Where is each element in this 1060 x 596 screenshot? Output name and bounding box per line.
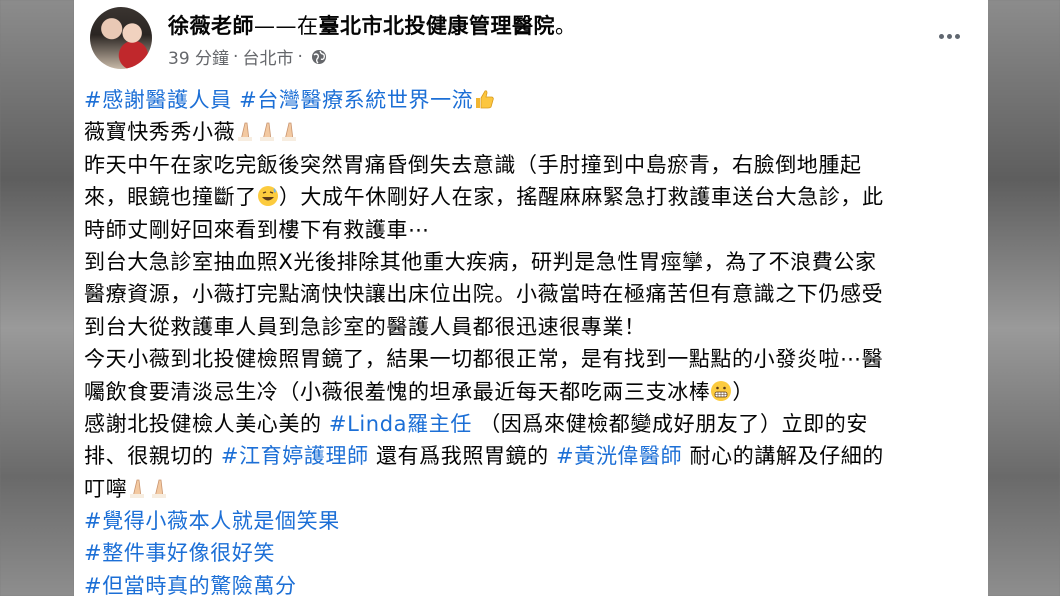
text-line-2: 薇寶快秀秀小薇 (84, 116, 984, 148)
text-line-14: #覺得小薇本人就是個笑果 (84, 505, 984, 537)
hashtag-thanks-medical[interactable]: #感謝醫護人員 (84, 88, 232, 112)
text-line-4b: ）大成午休剛好人在家，搖醒麻麻緊急打救護車送台大急診，此 (278, 185, 884, 210)
text-line-16: #但當時真的驚險萬分 (84, 570, 984, 596)
hashtag-doctor[interactable]: #黃洸偉醫師 (556, 444, 682, 468)
location-link[interactable]: 臺北市北投健康管理醫院 (319, 14, 556, 38)
hashtag-linda[interactable]: #Linda羅主任 (329, 412, 472, 436)
location-separator: ——在 (254, 14, 319, 38)
text-line-4: 來，眼鏡也撞斷了 ）大成午休剛好人在家，搖醒麻麻緊急打救護車送台大急診，此 (84, 181, 984, 213)
author-name[interactable]: 徐薇老師 (168, 14, 254, 38)
post-timestamp[interactable]: 39 分鐘 (168, 44, 229, 69)
text-line-7: 醫療資源，小薇打完點滴快快讓出床位出院。小薇當時在極痛苦但有意識之下仍感受 (84, 282, 884, 307)
text-line-8: 到台大從救護車人員到急診室的醫護人員都很迅速很專業！ (84, 314, 646, 339)
text-line-15: #整件事好像很好笑 (84, 537, 984, 569)
text-line-10a: 囑飲食要清淡忌生冷（小薇很羞愧的坦承最近每天都吃兩三支冰棒 (84, 379, 711, 404)
text-line-13a: 叮嚀 (84, 476, 128, 501)
greeting-text: 薇寶快秀秀小薇 (84, 120, 236, 145)
hashtag-taiwan-medical[interactable]: #台灣醫療系統世界一流 (239, 88, 473, 112)
grinning-sweat-emoji (257, 184, 279, 216)
author-avatar[interactable] (90, 7, 152, 69)
meta-dot: · (233, 46, 239, 67)
text-line-1: #感謝醫護人員 #台灣醫療系統世界一流 (84, 84, 984, 116)
location-period: 。 (555, 14, 577, 38)
hashtag-dangerous[interactable]: #但當時真的驚險萬分 (84, 574, 297, 596)
text-line-10-end: ） (732, 379, 755, 404)
grimacing-emoji (710, 379, 732, 411)
post-header: 徐薇老師——在臺北市北投健康管理醫院。 39 分鐘 · 台北市 · (82, 4, 982, 69)
background-left (0, 0, 74, 596)
text-line-11a: 感謝北投健檢人美心美的 (84, 411, 329, 436)
thumbs-up-emoji (473, 87, 495, 119)
text-line-12: 排、很親切的 #江育婷護理師 還有爲我照胃鏡的 #黃洸偉醫師 耐心的講解及仔細的 (84, 440, 984, 472)
globe-icon (311, 49, 326, 64)
text-line-13: 叮嚀 (84, 473, 984, 505)
text-line-11: 感謝北投健檢人美心美的 #Linda羅主任 （因爲來健檢都變成好朋友了）立即的安 (84, 408, 984, 440)
more-options-icon[interactable] (932, 26, 966, 46)
author-line: 徐薇老師——在臺北市北投健康管理醫院。 (168, 10, 577, 40)
post-body: #感謝醫護人員 #台灣醫療系統世界一流 薇寶快秀秀小薇 昨天中午在家吃完飯後突然… (84, 84, 984, 596)
text-line-9: 今天小薇到北投健檢照胃鏡了，結果一切都很正常，是有找到一點點的小發炎啦⋯醫 (84, 347, 884, 372)
post-card: 徐薇老師——在臺北市北投健康管理醫院。 39 分鐘 · 台北市 · #感謝醫護人… (74, 0, 988, 596)
folded-hands-emoji (235, 119, 307, 151)
meta-dot-2: · (297, 46, 303, 67)
text-line-12a: 排、很親切的 (84, 444, 221, 469)
text-line-10: 囑飲食要清淡忌生冷（小薇很羞愧的坦承最近每天都吃兩三支冰棒 ） (84, 376, 984, 408)
folded-hands-emoji-2 (127, 476, 177, 508)
hashtag-nurse[interactable]: #江育婷護理師 (221, 444, 369, 468)
text-line-12b: 還有爲我照胃鏡的 (368, 444, 557, 469)
hashtag-funny-1[interactable]: #覺得小薇本人就是個笑果 (84, 509, 340, 533)
text-line-5: 時師丈剛好回來看到樓下有救護車⋯ (84, 217, 430, 242)
text-line-6: 到台大急診室抽血照X光後排除其他重大疾病，研判是急性胃痙攣，為了不浪費公家 (84, 249, 877, 274)
post-meta: 39 分鐘 · 台北市 · (168, 44, 327, 69)
background-right (986, 0, 1060, 596)
post-city[interactable]: 台北市 (242, 44, 293, 69)
text-line-11b: （因爲來健檢都變成好朋友了）立即的安 (471, 411, 868, 436)
hashtag-funny-2[interactable]: #整件事好像很好笑 (84, 541, 275, 565)
text-line-12c: 耐心的講解及仔細的 (682, 444, 884, 469)
text-line-4a: 來，眼鏡也撞斷了 (84, 185, 257, 210)
text-line-3: 昨天中午在家吃完飯後突然胃痛昏倒失去意識（手肘撞到中島瘀青，右臉倒地腫起 (84, 152, 862, 177)
